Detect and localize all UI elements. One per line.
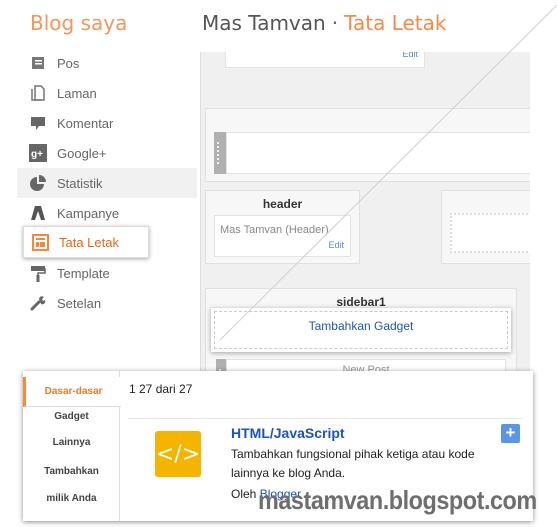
section-header: header Mas Tamvan (Header) Edit: [205, 190, 360, 264]
wrench-icon: [29, 294, 47, 312]
edit-link[interactable]: Edit: [328, 240, 344, 250]
pie-chart-icon: [29, 174, 47, 192]
gadget-label: Mas Tamvan (Header): [220, 224, 329, 236]
svg-text:g+: g+: [31, 149, 43, 160]
sidebar-item-setelan[interactable]: Setelan: [17, 288, 197, 318]
sidebar-item-pos[interactable]: Pos: [17, 48, 197, 78]
sidebar-nav: Pos Laman Komentar g+ Google+ Statistik …: [17, 52, 197, 352]
layout-icon: [31, 233, 49, 251]
sidebar-item-label: Setelan: [57, 295, 102, 311]
section-crosscol: [205, 108, 532, 182]
sidebar-item-label: Template: [57, 265, 110, 281]
sidebar-item-label: Tata Letak: [59, 234, 119, 250]
section-title: sidebar1: [336, 295, 386, 309]
sidebar-item-tata-letak[interactable]: Tata Letak: [23, 226, 149, 258]
section-title: header: [262, 197, 303, 211]
adwords-icon: [29, 204, 47, 222]
header-gadget[interactable]: Mas Tamvan (Header) Edit: [214, 215, 351, 257]
code-icon: </>: [155, 431, 201, 477]
sidebar-item-label: Laman: [57, 85, 97, 101]
add-gadget-label: Tambahkan Gadget: [214, 311, 508, 349]
by-label: Oleh: [231, 487, 257, 501]
add-gadget-plus-button[interactable]: +: [501, 424, 520, 443]
watermark: mastamvan.blogspot.com: [258, 485, 537, 515]
sidebar-item-label: Komentar: [57, 115, 114, 131]
comment-icon: [29, 114, 47, 132]
tab-basics[interactable]: Dasar-dasar: [23, 377, 121, 407]
paint-roller-icon: [29, 264, 47, 282]
google-plus-icon: g+: [29, 144, 47, 162]
tab-add-your-own[interactable]: Tambahkan: [23, 466, 120, 477]
add-gadget-button[interactable]: Tambahkan Gadget: [211, 308, 511, 352]
sidebar-item-google-plus[interactable]: g+ Google+: [17, 138, 197, 168]
empty-gadget-slot[interactable]: [450, 213, 532, 253]
drag-handle[interactable]: [214, 132, 226, 174]
sidebar-item-template[interactable]: Template: [17, 258, 197, 288]
sidebar-item-label: Statistik: [57, 175, 103, 191]
category-tabs: Dasar-dasar Gadget Lainnya Tambahkan mil…: [23, 371, 121, 521]
breadcrumb-separator: ·: [331, 11, 339, 35]
sidebar-item-label: Pos: [57, 55, 80, 71]
tab-your-own[interactable]: milik Anda: [23, 493, 120, 504]
breadcrumb: Mas Tamvan · Tata Letak: [202, 11, 446, 35]
sidebar-item-laman[interactable]: Laman: [17, 78, 197, 108]
sidebar-item-statistik[interactable]: Statistik: [17, 168, 197, 198]
page-title: Tata Letak: [344, 11, 447, 35]
sidebar-item-label: Kampanye: [57, 205, 120, 221]
gadget-title[interactable]: HTML/JavaScript: [231, 425, 345, 441]
sidebar-item-komentar[interactable]: Komentar: [17, 108, 197, 138]
section-header-right: [441, 190, 532, 264]
pages-icon: [29, 84, 47, 102]
divider: [128, 418, 523, 419]
top-bar: Blog saya Mas Tamvan · Tata Letak: [0, 0, 557, 52]
sidebar-item-label: Google+: [57, 145, 107, 161]
gadget-description: Tambahkan fungsional pihak ketiga atau k…: [231, 447, 475, 480]
crosscol-gadget[interactable]: [226, 132, 532, 174]
result-count: 1 27 dari 27: [129, 382, 193, 396]
my-blogs-link[interactable]: Blog saya: [30, 11, 127, 35]
blog-name[interactable]: Mas Tamvan: [202, 11, 326, 35]
tab-gadget[interactable]: Gadget: [23, 411, 120, 422]
sidebar-item-kampanye[interactable]: Kampanye: [17, 198, 197, 228]
posts-icon: [29, 54, 47, 72]
tab-more[interactable]: Lainnya: [23, 437, 120, 448]
